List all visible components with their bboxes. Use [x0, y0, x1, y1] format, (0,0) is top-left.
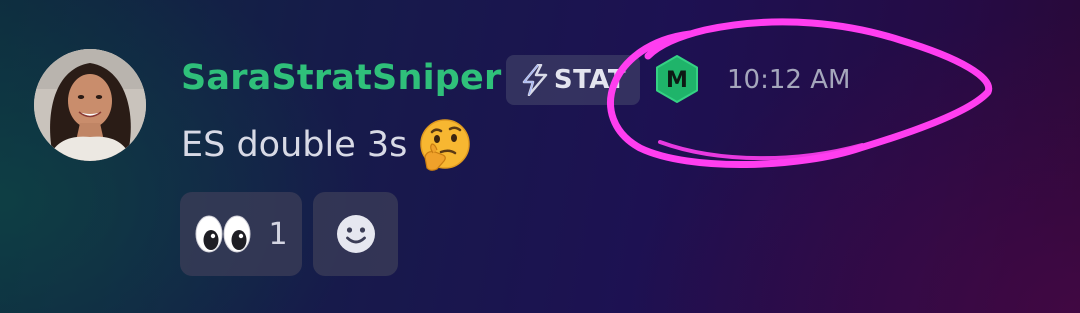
message-timestamp[interactable]: 10:12 AM: [727, 65, 850, 95]
smiley-icon: [336, 215, 375, 253]
profile-photo: [34, 49, 146, 161]
role-tag[interactable]: STAT: [506, 55, 640, 105]
thinking-face-icon: [420, 119, 471, 171]
message-text: ES double 3s: [181, 125, 408, 165]
lightning-bolt-icon: [522, 64, 548, 96]
message-body: ES double 3s: [181, 117, 473, 173]
moderator-badge-letter: M: [666, 68, 688, 93]
author-username[interactable]: SaraStratSniper: [181, 58, 501, 98]
avatar[interactable]: [34, 49, 146, 161]
reaction-count: 1: [268, 216, 288, 252]
moderator-badge-icon[interactable]: M: [652, 54, 702, 104]
annotation-circle-icon: [607, 18, 993, 168]
eyes-icon: [195, 215, 251, 253]
add-reaction-button[interactable]: [313, 192, 398, 276]
role-tag-label: STAT: [553, 65, 627, 95]
reaction-eyes-button[interactable]: 1: [180, 192, 302, 276]
